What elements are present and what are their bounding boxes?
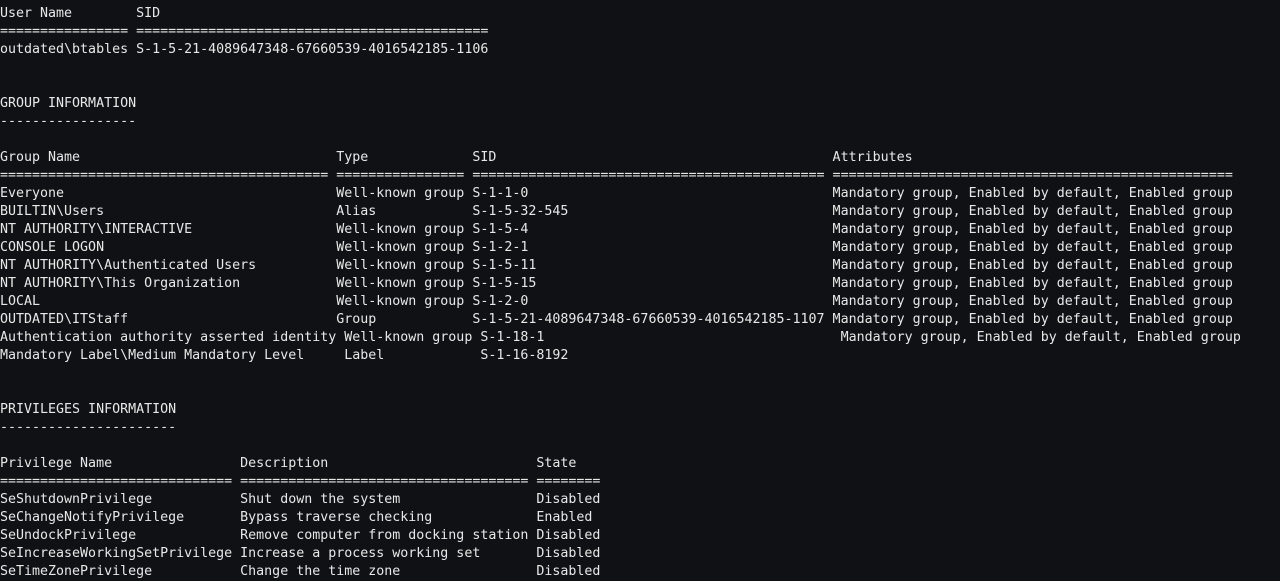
user-separator-line: ================ =======================… [0,24,489,39]
group-row: NT AUTHORITY\This Organization Well-know… [0,276,1233,291]
group-row: CONSOLE LOGON Well-known group S-1-2-1 M… [0,240,1233,255]
privileges-section-underline: ---------------------- [0,420,177,435]
user-header-line: User Name SID [0,6,161,21]
group-row: Everyone Well-known group S-1-1-0 Mandat… [0,186,1233,201]
group-row: NT AUTHORITY\INTERACTIVE Well-known grou… [0,222,1233,237]
group-row: Mandatory Label\Medium Mandatory Level L… [0,348,569,363]
privilege-row: SeChangeNotifyPrivilege Bypass traverse … [0,510,593,525]
group-header-line: Group Name Type SID Attributes [0,150,913,165]
user-row: outdated\btables S-1-5-21-4089647348-676… [0,42,489,57]
privileges-separator-line: ============================= ==========… [0,474,601,489]
group-separator-line: ========================================… [0,168,1233,183]
group-row: LOCAL Well-known group S-1-2-0 Mandatory… [0,294,1233,309]
group-section-title: GROUP INFORMATION [0,96,137,111]
group-row: Authentication authority asserted identi… [0,330,1241,345]
privilege-row: SeShutdownPrivilege Shut down the system… [0,492,601,507]
group-row: NT AUTHORITY\Authenticated Users Well-kn… [0,258,1233,273]
privilege-row: SeIncreaseWorkingSetPrivilege Increase a… [0,546,601,561]
terminal-window[interactable]: User Name SID ================ =========… [0,0,1280,581]
group-row: OUTDATED\ITStaff Group S-1-5-21-40896473… [0,312,1233,327]
group-section-underline: ----------------- [0,114,137,129]
privileges-header-line: Privilege Name Description State [0,456,577,471]
privilege-row: SeTimeZonePrivilege Change the time zone… [0,564,601,579]
privilege-row: SeUndockPrivilege Remove computer from d… [0,528,601,543]
privileges-section-title: PRIVILEGES INFORMATION [0,402,177,417]
group-row: BUILTIN\Users Alias S-1-5-32-545 Mandato… [0,204,1233,219]
